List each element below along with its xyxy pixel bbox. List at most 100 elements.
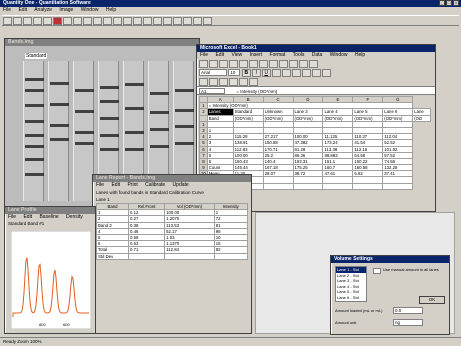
menu-edit[interactable]: Edit: [18, 7, 27, 13]
gel-band[interactable]: [25, 119, 44, 123]
gel-band[interactable]: [100, 100, 119, 104]
gel-band[interactable]: [150, 128, 169, 132]
gel-lane[interactable]: [73, 61, 94, 201]
gel-band[interactable]: [75, 110, 94, 113]
grid-icon[interactable]: [83, 17, 92, 25]
excel-cut-icon[interactable]: [239, 60, 248, 68]
gel-band[interactable]: [175, 89, 194, 92]
cell[interactable]: [262, 182, 294, 190]
gel-band[interactable]: [50, 103, 69, 106]
excel-menu-tools[interactable]: Tools: [293, 52, 305, 58]
gel-band[interactable]: [125, 131, 144, 134]
gel-band[interactable]: [25, 145, 44, 148]
excel-menu-help[interactable]: Help: [355, 52, 365, 58]
help-icon[interactable]: [203, 17, 212, 25]
gel-band[interactable]: [75, 89, 94, 92]
align-center-icon[interactable]: [281, 69, 291, 77]
gel-band[interactable]: [100, 86, 119, 90]
excel-open-icon[interactable]: [209, 60, 218, 68]
excel-paste-icon[interactable]: [259, 60, 268, 68]
ok-button[interactable]: OK: [419, 296, 445, 304]
gel-band[interactable]: [50, 82, 69, 85]
menu-analyze[interactable]: Analyze: [34, 7, 52, 13]
excel-new-icon[interactable]: [199, 60, 208, 68]
amount-loaded-input[interactable]: 0.0: [393, 307, 423, 314]
gel-band[interactable]: [75, 142, 94, 146]
gel-band[interactable]: [125, 83, 144, 87]
minimize-icon[interactable]: _: [439, 0, 445, 6]
gel-band[interactable]: [25, 133, 44, 137]
report-menu-edit[interactable]: Edit: [111, 182, 120, 188]
text-icon[interactable]: [133, 17, 142, 25]
menu-window[interactable]: Window: [81, 7, 99, 13]
gel-band[interactable]: [25, 157, 44, 161]
cell[interactable]: [382, 182, 414, 190]
report-menu-file[interactable]: File: [96, 182, 104, 188]
menu-help[interactable]: Help: [106, 7, 116, 13]
arrow-icon[interactable]: [143, 17, 152, 25]
gel-band[interactable]: [150, 111, 169, 115]
gel-band[interactable]: [75, 131, 94, 134]
draw-icon[interactable]: [199, 78, 208, 86]
report-menu-print[interactable]: Print: [127, 182, 137, 188]
profile-menu-file[interactable]: File: [8, 214, 16, 220]
font-size-select[interactable]: 10: [228, 69, 241, 76]
excel-menu-window[interactable]: Window: [330, 52, 348, 58]
excel-undo-icon[interactable]: [269, 60, 278, 68]
align-right-icon[interactable]: [291, 69, 301, 77]
excel-print-icon[interactable]: [229, 60, 238, 68]
percent-icon[interactable]: [321, 69, 331, 77]
lane-icon[interactable]: [63, 17, 72, 25]
gel-band[interactable]: [25, 173, 44, 176]
gel-band[interactable]: [100, 147, 119, 151]
excel-menu-edit[interactable]: Edit: [215, 52, 224, 58]
oval-icon[interactable]: [239, 78, 248, 86]
crop-icon[interactable]: [93, 17, 102, 25]
currency-icon[interactable]: [311, 69, 321, 77]
lane-list-item[interactable]: Lane 6 - Std: [336, 295, 366, 301]
excel-menu-format[interactable]: Format: [270, 52, 286, 58]
profile-menu-edit[interactable]: Edit: [23, 214, 32, 220]
gel-band[interactable]: [150, 91, 169, 95]
gel-band[interactable]: [25, 104, 44, 108]
gel-band[interactable]: [125, 107, 144, 111]
excel-sort-icon[interactable]: [289, 60, 298, 68]
excel-zoom-icon[interactable]: [309, 60, 318, 68]
underline-icon[interactable]: U: [261, 69, 271, 77]
font-name-select[interactable]: Arial: [199, 69, 227, 76]
export-icon[interactable]: [183, 17, 192, 25]
amount-unit-input[interactable]: ng: [393, 319, 423, 326]
chart-icon[interactable]: [173, 17, 182, 25]
report-row[interactable]: Std Dev: [96, 252, 249, 260]
menu-file[interactable]: File: [3, 7, 11, 13]
formula-input[interactable]: = Intensity (OD*mm): [236, 89, 277, 94]
measure-icon[interactable]: [123, 17, 132, 25]
print-icon[interactable]: [33, 17, 42, 25]
profile-plot[interactable]: 800 600: [11, 231, 91, 329]
excel-save-icon[interactable]: [219, 60, 228, 68]
bold-icon[interactable]: B: [241, 69, 251, 77]
italic-icon[interactable]: I: [251, 69, 261, 77]
gel-band[interactable]: [50, 124, 69, 127]
band-icon[interactable]: [73, 17, 82, 25]
cell[interactable]: (OD: [412, 114, 431, 122]
excel-menu-view[interactable]: View: [231, 52, 242, 58]
menu-image[interactable]: Image: [59, 7, 73, 13]
save-icon[interactable]: [23, 17, 32, 25]
profile-menu-baseline[interactable]: Baseline: [39, 214, 58, 220]
lane-list[interactable]: Lane 1 - Std Lane 2 - Std Lane 3 - Std Lane…: [335, 266, 367, 302]
excel-copy-icon[interactable]: [249, 60, 258, 68]
excel-chart-icon[interactable]: [299, 60, 308, 68]
gel-band[interactable]: [175, 142, 194, 146]
flip-icon[interactable]: [113, 17, 122, 25]
name-box[interactable]: A1: [199, 88, 225, 94]
excel-menu-file[interactable]: File: [200, 52, 208, 58]
excel-menu-data[interactable]: Data: [312, 52, 323, 58]
gel-band[interactable]: [150, 145, 169, 148]
zoom-icon[interactable]: [43, 17, 52, 25]
close-icon[interactable]: ×: [453, 0, 459, 6]
settings-icon[interactable]: [193, 17, 202, 25]
cell[interactable]: [352, 182, 384, 190]
report-menu-update[interactable]: Update: [173, 182, 189, 188]
merge-icon[interactable]: [301, 69, 311, 77]
